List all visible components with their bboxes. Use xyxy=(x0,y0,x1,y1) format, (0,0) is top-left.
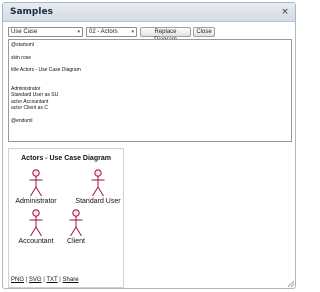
share-link[interactable]: Share xyxy=(63,277,79,283)
txt-link[interactable]: TXT xyxy=(46,277,57,283)
actor-administrator: Administrator xyxy=(13,169,59,205)
link-separator: | xyxy=(25,277,28,283)
close-icon[interactable]: × xyxy=(280,7,290,17)
resize-handle[interactable] xyxy=(288,281,294,287)
actor-stick-figure-icon xyxy=(91,169,105,197)
actor-label: Standard User xyxy=(75,198,121,205)
chevron-down-icon: ▾ xyxy=(77,29,80,35)
export-links: PNG | SVG | TXT | Share xyxy=(11,277,79,283)
link-separator: | xyxy=(43,277,45,283)
category-select[interactable]: Use Case ▾ xyxy=(8,27,83,37)
actor-label: Accountant xyxy=(18,238,54,245)
replace-diagram-button[interactable]: Replace Diagram xyxy=(140,27,191,43)
actor-stick-figure-icon xyxy=(29,169,43,197)
actor-label: Administrator xyxy=(15,198,57,205)
samples-dialog: Samples × Use Case ▾ 02 - Actors ▾ Repla… xyxy=(2,2,296,289)
png-link[interactable]: PNG xyxy=(11,277,24,283)
svg-link[interactable]: SVG xyxy=(29,277,42,283)
sample-select[interactable]: 02 - Actors ▾ xyxy=(86,27,137,37)
dialog-titlebar[interactable]: Samples × xyxy=(3,3,295,22)
actor-stick-figure-icon xyxy=(29,209,43,237)
actor-accountant: Accountant xyxy=(13,209,59,245)
editor-line: @enduml xyxy=(11,117,33,124)
actor-label: Client xyxy=(67,238,85,245)
chevron-down-icon: ▾ xyxy=(131,29,134,35)
diagram-title: Actors - Use Case Diagram xyxy=(21,155,111,162)
diagram-preview: Actors - Use Case Diagram Administrator … xyxy=(8,148,124,288)
source-editor[interactable]: @startuml skin rose title Actors - Use C… xyxy=(8,39,292,142)
category-select-value: Use Case xyxy=(11,29,38,35)
actor-standard-user: Standard User xyxy=(73,169,123,205)
dialog-title: Samples xyxy=(10,7,53,17)
link-separator: | xyxy=(59,277,61,283)
sample-select-value: 02 - Actors xyxy=(89,29,118,35)
actor-client: Client xyxy=(59,209,93,245)
close-button[interactable]: Close xyxy=(193,27,215,37)
actor-stick-figure-icon xyxy=(69,209,83,237)
